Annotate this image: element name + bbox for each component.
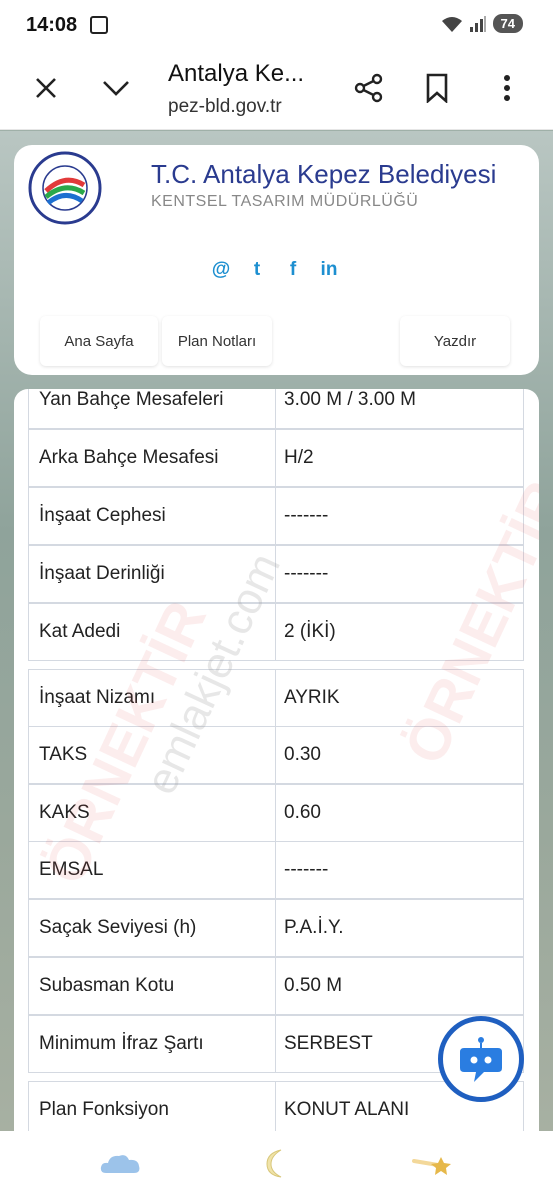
nav-print-button[interactable]: Yazdır [400, 316, 510, 366]
row-value: 0.60 [284, 802, 321, 823]
status-time: 14:08 [26, 14, 78, 36]
row-value: H/2 [284, 447, 314, 468]
more-options-button[interactable] [485, 66, 529, 110]
close-button[interactable] [24, 66, 68, 110]
collapse-button[interactable] [94, 66, 138, 110]
table-row: Kat Adedi 2 (İKİ) [28, 603, 524, 661]
row-label: Arka Bahçe Mesafesi [29, 430, 276, 486]
row-label: İnşaat Derinliği [29, 546, 276, 602]
screen-cast-icon [90, 16, 108, 34]
bookmark-icon [426, 73, 448, 103]
table-row: Yan Bahçe Mesafeleri 3.00 M / 3.00 M [28, 389, 524, 429]
org-title: T.C. Antalya Kepez Belediyesi [151, 159, 497, 189]
nav-home-button[interactable]: Ana Sayfa [40, 316, 158, 366]
signal-icon [469, 15, 486, 32]
more-vertical-icon [504, 75, 510, 101]
row-label: Subasman Kotu [29, 958, 276, 1014]
close-icon [36, 78, 56, 98]
row-label: Yan Bahçe Mesafeleri [29, 389, 276, 428]
table-row: TAKS 0.30 [28, 726, 524, 784]
bookmark-button[interactable] [415, 66, 459, 110]
row-label: Kat Adedi [29, 604, 276, 660]
facebook-icon[interactable]: f [282, 259, 304, 281]
row-value: ------- [284, 505, 329, 526]
moon-icon[interactable] [255, 1147, 301, 1179]
social-links: @ t f in [210, 259, 340, 281]
status-icons: 74 [441, 14, 523, 33]
row-label: Plan Fonksiyon [29, 1082, 276, 1131]
table-row: Saçak Seviyesi (h) P.A.İ.Y. [28, 899, 524, 957]
cloud-icon[interactable] [98, 1147, 144, 1179]
org-subtitle: KENTSEL TASARIM MÜDÜRLÜĞÜ [151, 193, 419, 210]
bottom-bar [0, 1131, 553, 1200]
shooting-star-icon[interactable] [408, 1147, 454, 1179]
page-content: T.C. Antalya Kepez Belediyesi KENTSEL TA… [0, 131, 553, 1131]
chat-bot-icon [460, 1037, 502, 1082]
twitter-icon[interactable]: t [246, 259, 268, 281]
chevron-down-icon [103, 81, 129, 96]
table-row: KAKS 0.60 [28, 784, 524, 842]
browser-toolbar: Antalya Ke... pez-bld.gov.tr [0, 52, 553, 130]
row-label: İnşaat Nizamı [29, 670, 276, 726]
battery-indicator: 74 [492, 14, 523, 33]
page-url[interactable]: pez-bld.gov.tr [168, 96, 282, 118]
plan-details-table: Yan Bahçe Mesafeleri 3.00 M / 3.00 M Ark… [14, 389, 539, 1131]
row-value: P.A.İ.Y. [284, 917, 344, 938]
row-value: 2 (İKİ) [284, 621, 336, 642]
share-button[interactable] [347, 66, 391, 110]
row-value: 3.00 M / 3.00 M [284, 389, 417, 410]
share-icon [354, 73, 383, 103]
row-value: AYRIK [284, 687, 340, 708]
row-value: ------- [284, 563, 329, 584]
row-label: EMSAL [29, 842, 276, 898]
header-card: T.C. Antalya Kepez Belediyesi KENTSEL TA… [14, 145, 539, 375]
row-label: TAKS [29, 727, 276, 783]
table-row: İnşaat Cephesi ------- [28, 487, 524, 545]
row-label: Saçak Seviyesi (h) [29, 900, 276, 956]
table-row: İnşaat Nizamı AYRIK [28, 669, 524, 727]
linkedin-icon[interactable]: in [318, 259, 340, 281]
row-value: 0.50 M [284, 975, 343, 996]
wifi-icon [441, 16, 462, 32]
row-label: KAKS [29, 785, 276, 841]
kepez-logo [28, 151, 102, 225]
row-value: 0.30 [284, 744, 321, 765]
status-bar: 14:08 74 [0, 0, 553, 52]
table-row: Subasman Kotu 0.50 M [28, 957, 524, 1015]
nav-plan-notes-button[interactable]: Plan Notları [162, 316, 272, 366]
chat-assistant-button[interactable] [438, 1016, 524, 1102]
page-title: Antalya Ke... [168, 60, 305, 87]
row-label: İnşaat Cephesi [29, 488, 276, 544]
email-icon[interactable]: @ [210, 259, 232, 281]
row-label: Minimum İfraz Şartı [29, 1016, 276, 1072]
table-row: İnşaat Derinliği ------- [28, 545, 524, 603]
table-row: Arka Bahçe Mesafesi H/2 [28, 429, 524, 487]
row-value: ------- [284, 859, 329, 880]
table-row: EMSAL ------- [28, 841, 524, 899]
